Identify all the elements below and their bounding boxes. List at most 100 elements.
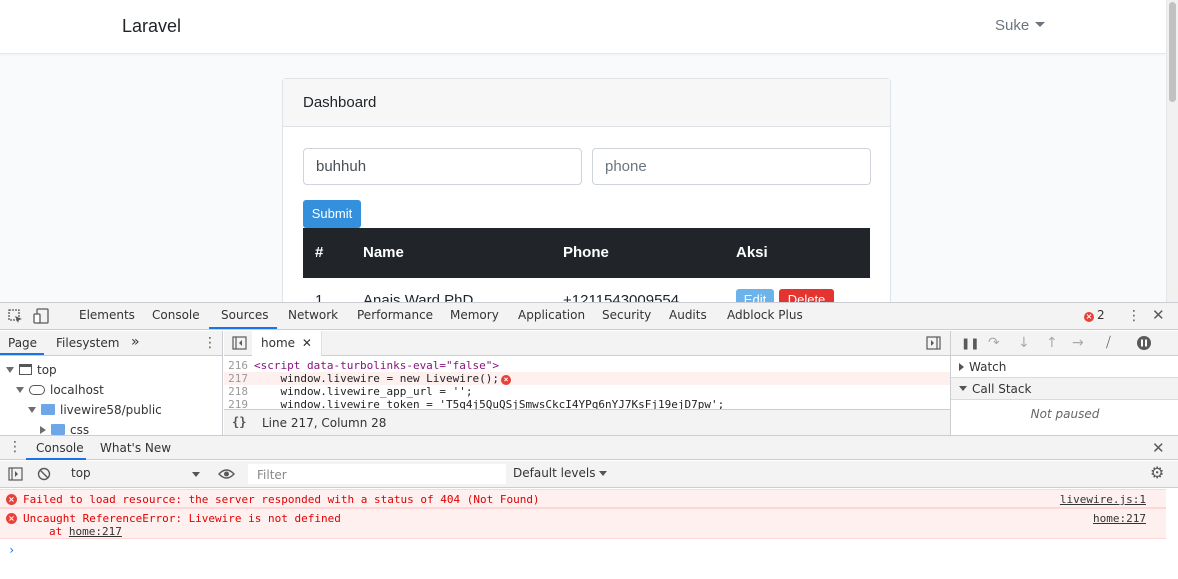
col-number: # (315, 244, 324, 261)
step-into-icon[interactable]: ↓ (1018, 336, 1030, 350)
tab-elements[interactable]: Elements (79, 308, 135, 322)
row-phone: +1211543009554 (563, 292, 680, 302)
editor-tab-home[interactable]: home ✕ (252, 331, 322, 356)
error-icon: × (6, 513, 17, 524)
console-error-message[interactable]: × Uncaught ReferenceError: Livewire is n… (0, 508, 1166, 539)
navigator-tabs: Page Filesystem » ⋮ (0, 331, 222, 356)
web-page: Laravel Suke Dashboard buhhuh phone Subm… (0, 0, 1166, 302)
more-options-icon[interactable]: ⋮ (1127, 309, 1141, 323)
devtools-toolbar: Elements Console Sources Network Perform… (0, 303, 1178, 330)
step-out-icon[interactable]: ↑ (1046, 336, 1058, 350)
active-tab-indicator (209, 327, 277, 329)
close-tab-icon[interactable]: ✕ (302, 336, 312, 350)
tree-label: top (37, 363, 57, 377)
more-tabs-icon[interactable]: » (131, 334, 140, 350)
step-icon[interactable]: → (1072, 336, 1084, 350)
drawer-tab-console[interactable]: Console (36, 441, 84, 455)
scrollbar-thumb[interactable] (1169, 2, 1176, 102)
show-sidebar-icon[interactable] (8, 467, 23, 484)
error-stack-line: at home:217 (49, 525, 122, 538)
nav-tab-filesystem[interactable]: Filesystem (56, 336, 119, 350)
editor-tabs: home ✕ (224, 331, 950, 356)
toggle-navigator-icon[interactable] (232, 336, 247, 353)
card-header: Dashboard (283, 79, 890, 127)
file-navigator: Page Filesystem » ⋮ top localhost livewi… (0, 331, 223, 435)
tab-network[interactable]: Network (288, 308, 338, 322)
error-source-link[interactable]: livewire.js:1 (1060, 493, 1146, 506)
drawer-menu-icon[interactable]: ⋮ (8, 440, 22, 454)
error-counter[interactable]: × 2 (1084, 308, 1105, 322)
inspect-element-icon[interactable] (8, 309, 23, 327)
devtools-panel: Elements Console Sources Network Perform… (0, 302, 1178, 579)
tree-item-localhost[interactable]: localhost (16, 383, 104, 397)
navbar-brand[interactable]: Laravel (122, 16, 181, 37)
nav-tab-page[interactable]: Page (8, 336, 37, 350)
table-row: 1 Anais Ward PhD +1211543009554 Edit Del… (303, 278, 870, 302)
console-prompt[interactable]: › (8, 543, 15, 557)
navbar: Laravel Suke (0, 0, 1166, 54)
tab-sources[interactable]: Sources (221, 308, 268, 322)
name-input[interactable]: buhhuh (303, 148, 582, 185)
collapsed-arrow-icon (40, 426, 46, 434)
tree-item-livewire58-public[interactable]: livewire58/public (28, 403, 162, 417)
drawer-tab-whats-new[interactable]: What's New (100, 441, 171, 455)
code-line-error[interactable]: 217 window.livewire = new Livewire(); × (224, 372, 950, 385)
tab-audits[interactable]: Audits (669, 308, 707, 322)
delete-button[interactable]: Delete (779, 289, 834, 302)
not-paused-text: Not paused (1030, 407, 1100, 421)
folder-icon (51, 424, 65, 435)
context-selector[interactable]: top (63, 464, 206, 484)
cursor-position: Line 217, Column 28 (262, 416, 387, 430)
console-settings-gear-icon[interactable]: ⚙ (1150, 465, 1164, 481)
row-number: 1 (315, 292, 324, 302)
log-levels-dropdown[interactable]: Default levels (513, 466, 608, 480)
tab-application[interactable]: Application (518, 308, 585, 322)
call-stack-label: Call Stack (972, 382, 1032, 396)
console-error-message[interactable]: × Failed to load resource: the server re… (0, 489, 1166, 508)
console-toolbar: top Filter Default levels ⚙ (0, 461, 1178, 488)
drawer-active-indicator (26, 458, 86, 460)
tab-performance[interactable]: Performance (357, 308, 433, 322)
device-toolbar-icon[interactable] (33, 308, 50, 327)
watch-pane-header[interactable]: Watch (951, 356, 1178, 378)
phone-input[interactable]: phone (592, 148, 871, 185)
stack-link[interactable]: home:217 (69, 525, 122, 538)
col-phone: Phone (563, 244, 609, 261)
close-devtools-icon[interactable]: ✕ (1152, 308, 1165, 323)
editor-status-bar: {} Line 217, Column 28 (224, 409, 950, 435)
tab-memory[interactable]: Memory (450, 308, 499, 322)
close-drawer-icon[interactable]: ✕ (1152, 441, 1165, 456)
code-line[interactable]: 216 <script data-turbolinks-eval="false"> (224, 359, 950, 372)
code-text: <script data-turbolinks-eval="false"> (254, 359, 500, 372)
error-source-link[interactable]: home:217 (1093, 512, 1146, 525)
table-header: # Name Phone Aksi (303, 228, 870, 278)
expanded-triangle-icon (959, 386, 967, 391)
tab-security[interactable]: Security (602, 308, 651, 322)
code-line[interactable]: 218 window.livewire_app_url = ''; (224, 385, 950, 398)
debugger-sidebar: ❚❚ ↷ ↓ ↑ → ⧸ Watch Call Stack Not paused (950, 331, 1178, 435)
source-editor: home ✕ 216 <script data-turbolinks-eval="… (224, 331, 950, 435)
clear-console-icon[interactable] (37, 467, 51, 484)
tree-item-css[interactable]: css (40, 423, 89, 435)
tree-label: css (70, 423, 90, 435)
tab-console[interactable]: Console (152, 308, 200, 322)
edit-button[interactable]: Edit (736, 289, 774, 302)
error-marker-icon: × (501, 375, 512, 385)
step-over-icon[interactable]: ↷ (988, 336, 1000, 350)
caret-down-icon (1035, 22, 1046, 27)
navigator-menu-icon[interactable]: ⋮ (203, 335, 217, 351)
toggle-debugger-icon[interactable] (926, 336, 941, 353)
tab-adblock-plus[interactable]: Adblock Plus (727, 308, 803, 322)
eye-icon[interactable] (218, 467, 235, 484)
pretty-print-icon[interactable]: {} (232, 415, 246, 429)
console-filter-input[interactable]: Filter (248, 464, 506, 484)
tree-item-top[interactable]: top (6, 363, 57, 377)
deactivate-breakpoints-icon[interactable]: ⧸ (1106, 336, 1111, 350)
dropdown-arrow-icon (599, 471, 608, 476)
call-stack-header[interactable]: Call Stack (951, 378, 1178, 400)
submit-button[interactable]: Submit (303, 200, 361, 228)
stack-prefix: at (49, 525, 69, 538)
user-dropdown[interactable]: Suke (995, 17, 1046, 34)
pause-icon[interactable]: ❚❚ (961, 337, 979, 351)
pause-on-exceptions-icon[interactable] (1136, 335, 1152, 354)
